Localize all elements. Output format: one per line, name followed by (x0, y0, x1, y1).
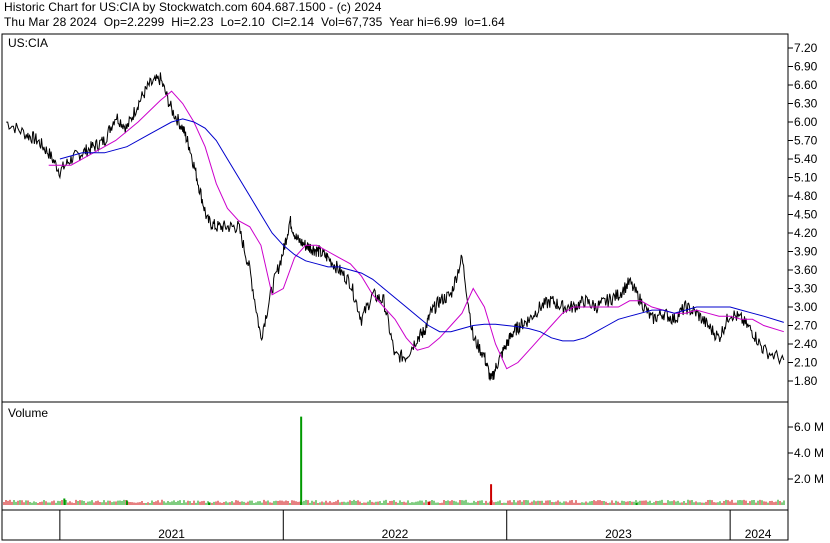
price-y-tick-label: 4.20 (794, 226, 818, 240)
price-y-tick-label: 5.40 (794, 152, 818, 166)
stock-chart: US:CIA 7.20 6.90 6.60 6.30 6.00 5.70 5.40 5.10 4… (1, 33, 824, 541)
price-y-tick-label: 5.10 (794, 171, 818, 185)
price-y-axis: 7.20 6.90 6.60 6.30 6.00 5.70 5.40 5.10 4.80 4.50… (788, 41, 818, 388)
price-y-tick-label: 6.90 (794, 60, 818, 74)
x-tick-label: 2022 (382, 527, 409, 541)
price-y-tick-label: 4.80 (794, 189, 818, 203)
volume-panel-title: Volume (8, 406, 48, 420)
price-y-tick-label: 4.50 (794, 208, 818, 222)
price-y-tick-label: 5.70 (794, 134, 818, 148)
price-y-tick-label: 2.70 (794, 319, 818, 333)
volume-panel (1, 401, 789, 511)
volume-y-tick-label: 2.0 M (794, 472, 824, 486)
price-y-tick-label: 6.30 (794, 97, 818, 111)
price-y-tick-label: 3.60 (794, 263, 818, 277)
price-y-tick-label: 1.80 (794, 374, 818, 388)
x-tick-label: 2023 (605, 527, 632, 541)
price-panel (1, 33, 789, 403)
price-y-tick-label: 2.10 (794, 356, 818, 370)
volume-y-tick-label: 6.0 M (794, 420, 824, 434)
volume-y-tick-label: 4.0 M (794, 446, 824, 460)
price-y-tick-label: 6.60 (794, 78, 818, 92)
price-y-tick-label: 3.00 (794, 300, 818, 314)
price-y-tick-label: 6.00 (794, 115, 818, 129)
x-tick-label: 2024 (745, 527, 772, 541)
price-y-tick-label: 3.90 (794, 245, 818, 259)
price-panel-title: US:CIA (8, 36, 48, 50)
price-y-tick-label: 2.40 (794, 337, 818, 351)
volume-y-axis: 6.0 M 4.0 M 2.0 M (788, 420, 824, 486)
x-tick-label: 2021 (158, 527, 185, 541)
price-y-tick-label: 3.30 (794, 282, 818, 296)
price-y-tick-label: 7.20 (794, 41, 818, 55)
